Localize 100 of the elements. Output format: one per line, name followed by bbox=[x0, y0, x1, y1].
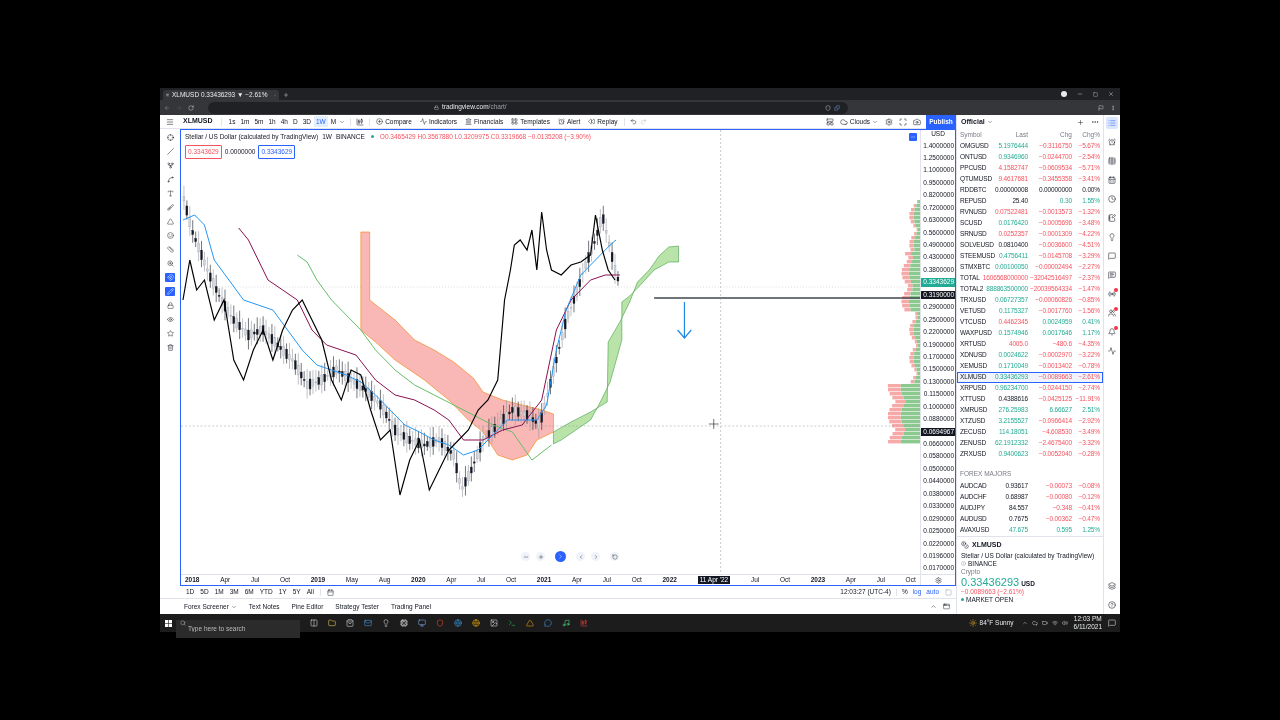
chip-icon[interactable] bbox=[400, 619, 408, 627]
reload-icon[interactable] bbox=[188, 104, 194, 111]
crosshair-tool-button[interactable] bbox=[165, 133, 175, 142]
monitor-icon[interactable] bbox=[418, 619, 426, 627]
diagonal-line-tool-button[interactable] bbox=[165, 147, 175, 156]
notebook-icon bbox=[1108, 214, 1116, 222]
battery-icon[interactable] bbox=[1041, 620, 1048, 626]
help-icon bbox=[1108, 601, 1116, 609]
calendar-icon[interactable] bbox=[326, 588, 334, 596]
message-panel-button[interactable] bbox=[1106, 269, 1118, 281]
info-icon bbox=[961, 561, 966, 566]
folder-icon[interactable] bbox=[328, 619, 336, 627]
more-icon[interactable] bbox=[1110, 104, 1116, 111]
puzzle-icon[interactable] bbox=[834, 104, 840, 111]
settings-icon[interactable] bbox=[934, 576, 942, 584]
calendar-icon bbox=[1108, 176, 1116, 184]
zoom-in-icon bbox=[166, 260, 174, 267]
ruler-tool-button[interactable] bbox=[165, 245, 175, 254]
candlestick-icon[interactable] bbox=[356, 117, 365, 126]
text-tool-button[interactable] bbox=[165, 189, 175, 198]
chat-icon bbox=[1108, 252, 1116, 260]
profile-avatar-icon[interactable] bbox=[1061, 91, 1067, 97]
pulse-line-panel-button[interactable] bbox=[1106, 345, 1118, 357]
layers-panel-button[interactable] bbox=[1106, 580, 1118, 592]
shield-icon[interactable] bbox=[436, 619, 444, 627]
windows-logo-icon[interactable] bbox=[164, 619, 172, 627]
shopping-bag-icon[interactable] bbox=[346, 619, 354, 627]
fork-tool-button[interactable] bbox=[165, 161, 175, 170]
chevron-up-icon[interactable] bbox=[1021, 620, 1028, 626]
window-icon[interactable] bbox=[943, 603, 950, 610]
triangle-tool-button[interactable] bbox=[165, 217, 175, 226]
music-icon[interactable] bbox=[562, 619, 570, 627]
layers-icon bbox=[1108, 582, 1116, 590]
trash-tool-button[interactable] bbox=[165, 343, 175, 352]
lightbulb-icon[interactable] bbox=[382, 619, 390, 627]
chat-panel-button[interactable] bbox=[1106, 250, 1118, 262]
people-panel-button[interactable] bbox=[1106, 307, 1118, 319]
flag-icon[interactable] bbox=[1098, 104, 1104, 111]
lock-tool-button[interactable] bbox=[165, 301, 175, 310]
candlestick-icon[interactable] bbox=[580, 619, 588, 627]
broadcast-panel-button[interactable] bbox=[1106, 288, 1118, 300]
bell-icon bbox=[1108, 328, 1116, 336]
details-price: 0.33436293 bbox=[961, 575, 1020, 588]
add-symbol-icon[interactable] bbox=[1077, 118, 1084, 126]
cloud-icon[interactable] bbox=[1031, 620, 1038, 626]
message-icon bbox=[1108, 271, 1116, 279]
sun-icon[interactable] bbox=[968, 619, 977, 627]
close-icon[interactable] bbox=[1108, 91, 1114, 97]
crosshair-icon bbox=[166, 134, 174, 141]
menu-icon[interactable] bbox=[166, 117, 174, 126]
undo-icon[interactable] bbox=[629, 118, 637, 125]
triangle-icon[interactable] bbox=[526, 619, 534, 627]
list-panel-button[interactable] bbox=[1106, 117, 1118, 129]
lock-icon bbox=[166, 302, 174, 309]
eye-tool-button[interactable] bbox=[165, 315, 175, 324]
table-panel-button[interactable] bbox=[1106, 155, 1118, 167]
task-view-icon[interactable] bbox=[310, 619, 318, 627]
help-panel-button[interactable] bbox=[1106, 599, 1118, 611]
diagonal-line-icon bbox=[166, 148, 174, 155]
star-tool-button[interactable] bbox=[165, 329, 175, 338]
more-icon[interactable] bbox=[1091, 118, 1099, 126]
settings-icon[interactable] bbox=[885, 117, 893, 126]
lightbulb-panel-button[interactable] bbox=[1106, 231, 1118, 243]
image-icon[interactable] bbox=[490, 619, 498, 627]
wifi-icon[interactable] bbox=[1051, 620, 1058, 626]
calendar-panel-button[interactable] bbox=[1106, 174, 1118, 186]
fullscreen-icon[interactable] bbox=[899, 117, 907, 126]
caret-icon bbox=[230, 603, 237, 610]
back-icon[interactable] bbox=[164, 104, 170, 111]
curve-tool-button[interactable] bbox=[165, 175, 175, 184]
camera-icon[interactable] bbox=[913, 117, 921, 126]
caret-icon bbox=[872, 118, 878, 125]
bell-panel-button[interactable] bbox=[1106, 326, 1118, 338]
alarm-clock-panel-button[interactable] bbox=[1106, 136, 1118, 148]
clock-icon bbox=[1108, 195, 1116, 203]
notifications-icon[interactable] bbox=[1108, 619, 1116, 627]
terminal-icon[interactable] bbox=[508, 619, 516, 627]
volume-icon[interactable] bbox=[1061, 620, 1068, 626]
zoom-in-tool-button[interactable] bbox=[165, 259, 175, 268]
globe-icon[interactable] bbox=[454, 619, 462, 627]
chat-bubble-icon[interactable] bbox=[544, 619, 552, 627]
globe-icon[interactable] bbox=[472, 619, 480, 627]
alarm-clock-icon bbox=[557, 118, 565, 125]
magnet-tool-button[interactable] bbox=[165, 273, 175, 282]
maximize-icon[interactable] bbox=[1093, 91, 1098, 97]
minimize-icon[interactable] bbox=[1077, 91, 1083, 97]
new-tab-icon[interactable] bbox=[283, 92, 289, 98]
mail-icon[interactable] bbox=[364, 619, 372, 627]
pencil-tool-button[interactable] bbox=[165, 287, 175, 296]
chevron-up-icon[interactable] bbox=[930, 603, 937, 610]
caret-icon[interactable] bbox=[339, 118, 346, 125]
smiley-tool-button[interactable] bbox=[165, 231, 175, 240]
magnet-icon bbox=[166, 274, 174, 281]
pulse-line-icon bbox=[419, 118, 427, 125]
alarm-clock-icon bbox=[1108, 138, 1116, 146]
layout-icon[interactable] bbox=[825, 117, 834, 126]
clock-panel-button[interactable] bbox=[1106, 193, 1118, 205]
fork-icon bbox=[166, 162, 174, 169]
brush-tool-button[interactable] bbox=[165, 203, 175, 212]
notebook-panel-button[interactable] bbox=[1106, 212, 1118, 224]
